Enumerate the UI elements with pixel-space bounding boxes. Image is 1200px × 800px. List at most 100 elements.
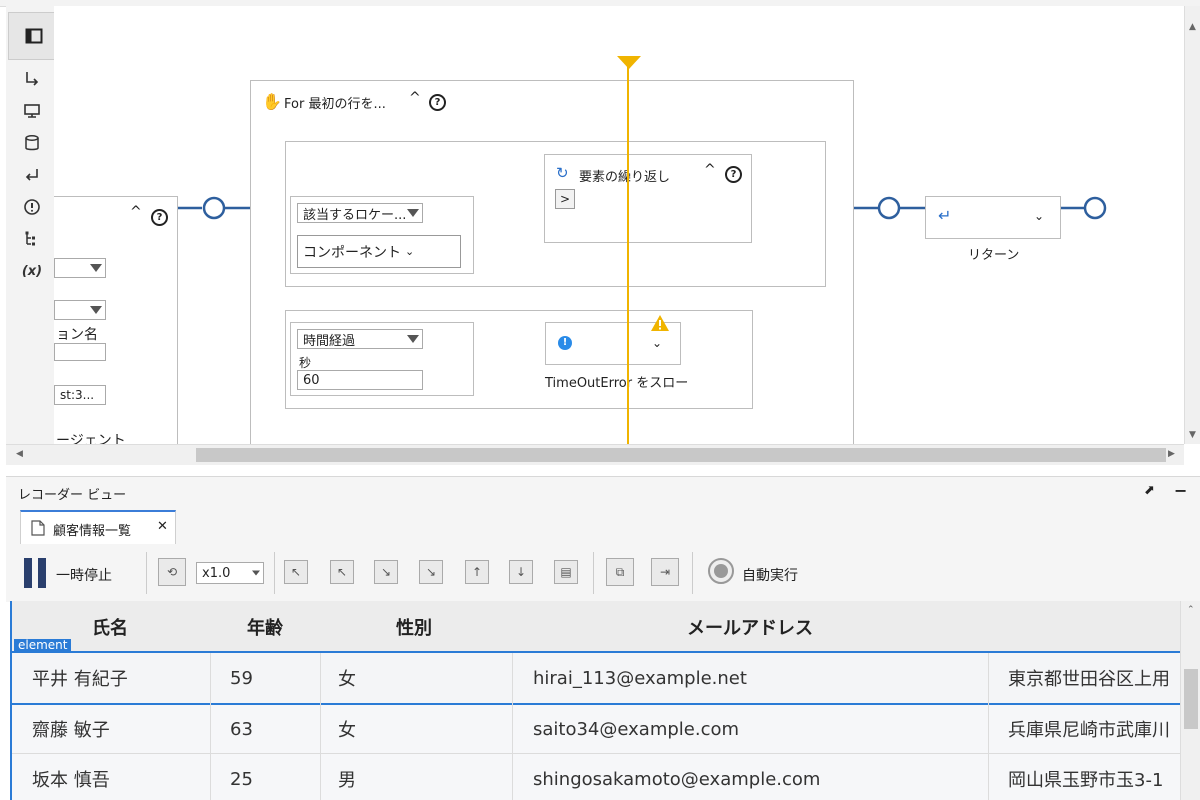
cell-address: 岡山県玉野市玉3-1 (1008, 770, 1164, 791)
scroll-left-icon[interactable]: ◀ (16, 449, 23, 459)
cell-name: 齋藤 敏子 (32, 720, 110, 741)
speed-select[interactable]: x1.0 (196, 562, 264, 584)
column-divider (320, 653, 321, 800)
flow-canvas[interactable]: ^ ? ョン名 st:3... ージェント ✋ For 最初の行を... ^ ?… (54, 6, 1184, 444)
step-into-icon[interactable] (6, 64, 58, 94)
toolbar-separator-3 (593, 552, 594, 594)
column-header-gender[interactable]: 性別 (320, 601, 512, 653)
recorder-view-title: レコーダー ビュー (18, 488, 127, 503)
scroll-down-icon[interactable]: ▼ (1189, 430, 1196, 440)
column-divider (210, 653, 211, 800)
for-collapse-icon[interactable]: ^ (409, 90, 421, 106)
tab-label: 顧客情報一覧 (53, 524, 132, 539)
scroll-right-icon[interactable]: ▶ (1168, 449, 1175, 459)
timeout-dropdown[interactable]: 時間経過 (297, 329, 423, 349)
return-icon[interactable] (6, 160, 58, 190)
speed-select-value: x1.0 (202, 565, 231, 581)
repeat-collapse-icon[interactable]: ^ (704, 162, 716, 178)
move-up-left-icon[interactable]: ↖ (330, 560, 354, 584)
partial-label-1: ョン名 (56, 327, 98, 343)
hand-icon: ✋ (262, 92, 282, 111)
auto-run-button[interactable] (708, 558, 734, 584)
table-vertical-scrollbar[interactable]: ⌃ (1180, 601, 1200, 800)
for-loop-title: For 最初の行を... (284, 97, 386, 112)
monitor-icon[interactable] (6, 96, 58, 126)
column-header-email[interactable]: メールアドレス (512, 601, 988, 653)
scroll-up-icon[interactable]: ▲ (1189, 22, 1196, 32)
partial-input-1[interactable] (54, 343, 106, 361)
help-icon[interactable]: ? (151, 209, 168, 226)
cell-gender: 女 (338, 720, 356, 741)
customer-table: 氏名 年齢 性別 メールアドレス element 平井 有紀子 59 女 hir… (10, 601, 1180, 800)
tab-customer-list[interactable]: 顧客情報一覧 ✕ (20, 510, 176, 544)
move-bottom-right-icon[interactable]: ↘ (419, 560, 443, 584)
column-divider (988, 653, 989, 800)
recorder-tab-bar: 顧客情報一覧 ✕ (6, 506, 1200, 545)
return-chevron-icon[interactable]: ⌄ (1034, 209, 1044, 223)
cell-name: 平井 有紀子 (32, 669, 128, 690)
throw-caption: TimeOutError をスロー (545, 376, 689, 391)
chevron-down-icon: ⌄ (405, 245, 415, 258)
pause-button[interactable] (22, 558, 52, 588)
execution-marker-line (627, 64, 629, 444)
collapse-icon[interactable]: ^ (130, 204, 142, 220)
toolbar-separator-2 (274, 552, 275, 594)
column-divider (512, 653, 513, 800)
seconds-input[interactable]: 60 (297, 370, 423, 390)
cell-age: 63 (230, 718, 253, 740)
partial-input-2[interactable]: st:3... (54, 385, 106, 405)
canvas-horizontal-scrollbar[interactable]: ◀ ▶ (6, 444, 1184, 465)
throw-chevron-icon[interactable]: ⌄ (652, 336, 662, 350)
table-scroll-up-icon[interactable]: ⌃ (1187, 605, 1195, 615)
cell-email: hirai_113@example.net (533, 667, 747, 689)
canvas-vertical-scrollbar[interactable]: ▲ ▼ (1184, 6, 1200, 444)
locator-dropdown[interactable]: 該当するロケー... (297, 203, 423, 223)
column-header-address[interactable] (988, 601, 1180, 653)
column-header-age[interactable]: 年齢 (210, 601, 320, 653)
pause-icon-bar (38, 558, 46, 588)
seconds-label: 秒 (299, 356, 312, 370)
loop-icon: ↻ (556, 164, 569, 182)
tree-icon[interactable] (6, 224, 58, 254)
capture-icon[interactable]: ⧉ (606, 558, 634, 586)
info-icon: ! (558, 336, 572, 350)
toolbar-separator (146, 552, 147, 594)
table-scroll-thumb[interactable] (1184, 669, 1198, 729)
return-caption: リターン (968, 248, 1020, 263)
partial-input-2-value: st:3... (60, 388, 95, 402)
move-top-left-icon[interactable]: ↖ (284, 560, 308, 584)
minimize-icon[interactable]: − (1174, 481, 1187, 500)
return-arrow-icon: ↵ (938, 206, 952, 225)
record-icon (714, 564, 728, 578)
variable-icon[interactable]: (x) (6, 256, 58, 286)
cell-email: saito34@example.com (533, 718, 740, 740)
locator-dropdown-value: 該当するロケー... (303, 207, 407, 223)
cell-email: shingosakamoto@example.com (533, 768, 821, 790)
component-dropdown[interactable]: コンポーネント ⌄ (297, 235, 461, 268)
pause-label: 一時停止 (56, 568, 112, 584)
partial-step-block[interactable] (54, 196, 178, 444)
undock-icon[interactable]: ⬈ (1144, 483, 1155, 498)
panel-toggle-icon[interactable] (8, 12, 60, 60)
partial-dropdown-1[interactable] (54, 258, 106, 278)
replay-icon[interactable]: ⟲ (158, 558, 186, 586)
tab-close-icon[interactable]: ✕ (157, 519, 168, 534)
recorder-view-header: レコーダー ビュー ⬈ − (6, 476, 1200, 507)
move-up-icon[interactable]: ↑ (465, 560, 489, 584)
repeat-help-icon[interactable]: ? (725, 166, 742, 183)
exception-icon[interactable] (6, 192, 58, 222)
insert-icon[interactable]: ⇥ (651, 558, 679, 586)
move-down-right-icon[interactable]: ↘ (374, 560, 398, 584)
expand-button[interactable]: > (555, 189, 575, 209)
partial-dropdown-2[interactable] (54, 300, 106, 320)
execution-marker-icon[interactable] (616, 55, 642, 71)
cell-address: 東京都世田谷区上用 (1008, 669, 1170, 690)
cell-address: 兵庫県尼崎市武庫川 (1008, 720, 1170, 741)
move-down-icon[interactable]: ↓ (509, 560, 533, 584)
horizontal-scroll-thumb[interactable] (196, 448, 1166, 462)
for-help-icon[interactable]: ? (429, 94, 446, 111)
partial-label-2: ージェント (56, 433, 126, 444)
cell-gender: 女 (338, 669, 356, 690)
page-icon[interactable]: ▤ (554, 560, 578, 584)
database-icon[interactable] (6, 128, 58, 158)
